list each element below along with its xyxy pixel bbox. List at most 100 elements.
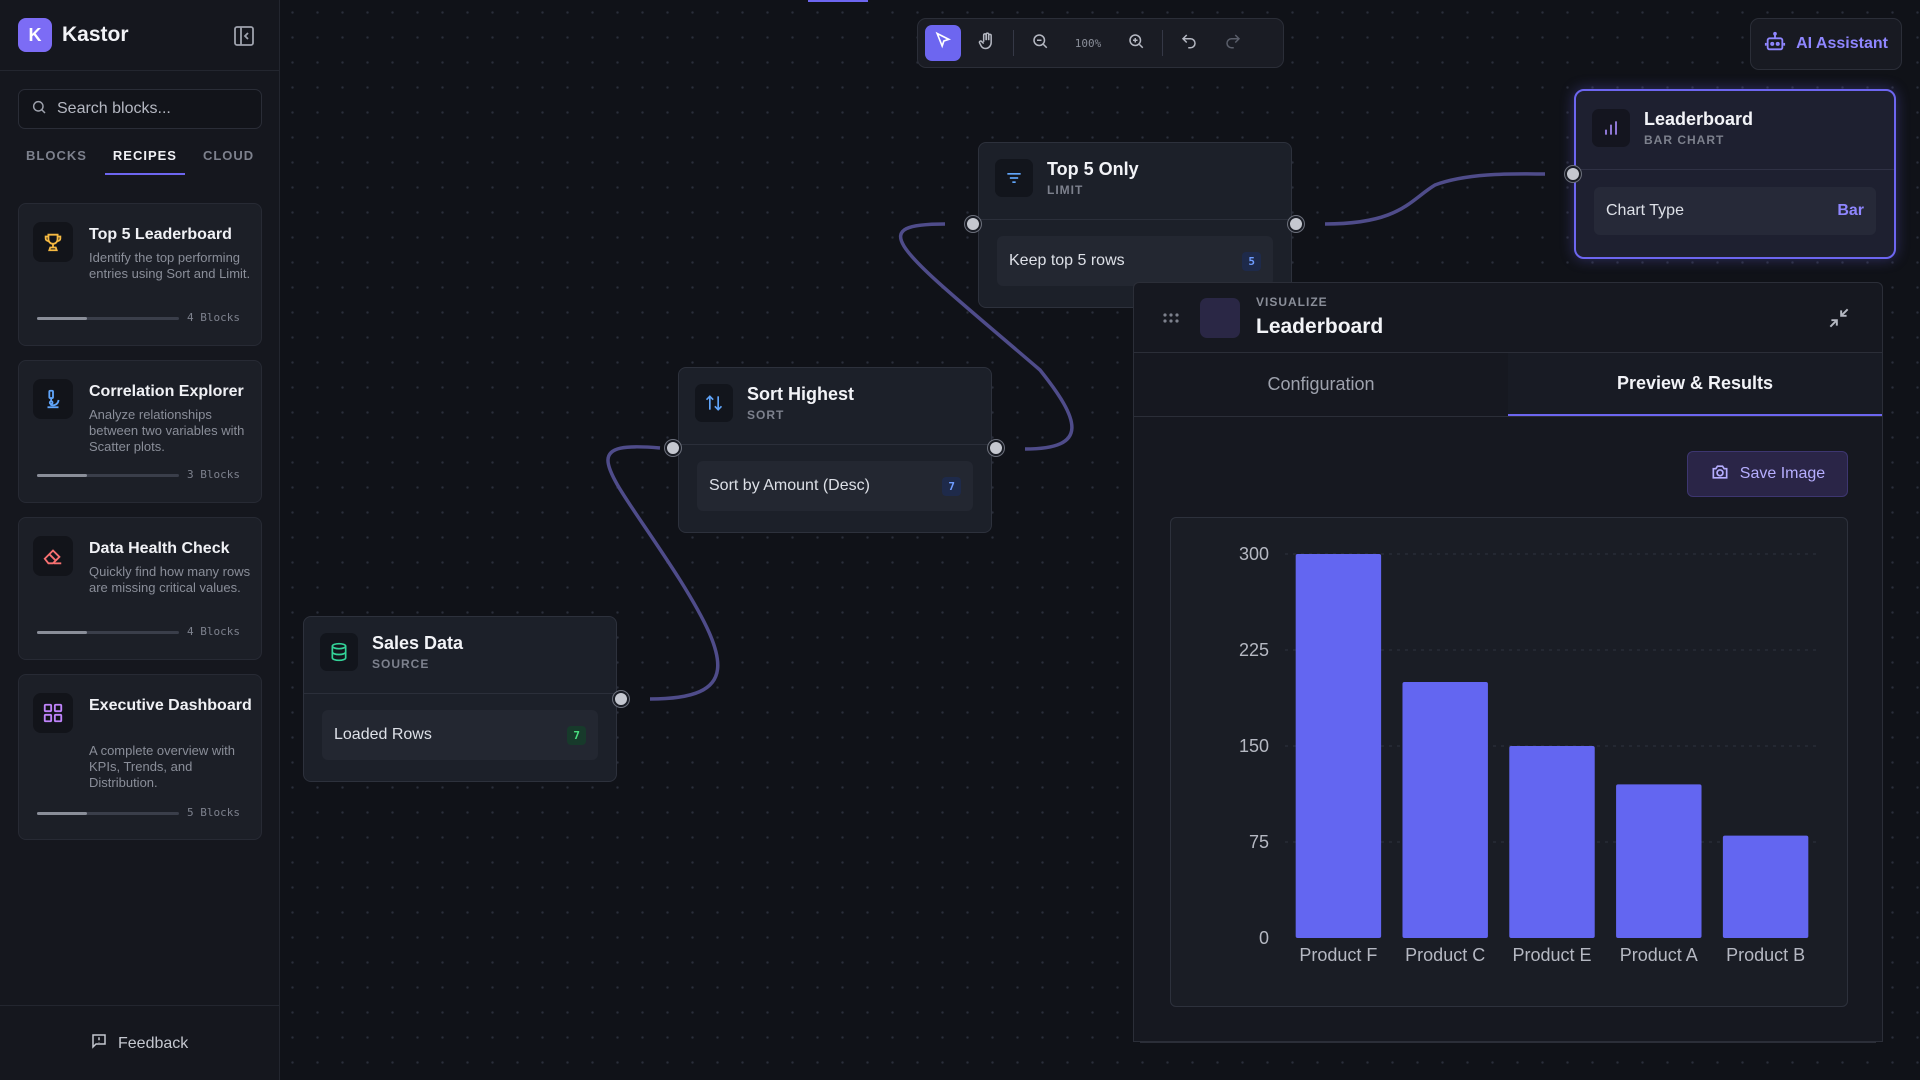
node-row-keep-rows: Keep top 5 rows 5 xyxy=(997,236,1273,286)
node-row-label: Keep top 5 rows xyxy=(1009,252,1125,269)
ai-assistant-label: AI Assistant xyxy=(1796,35,1888,52)
panel-title: Leaderboard xyxy=(1256,315,1384,338)
node-divider xyxy=(304,693,616,694)
save-image-label: Save Image xyxy=(1739,465,1826,482)
feedback-button[interactable]: Feedback xyxy=(90,1032,188,1055)
recipe-description: Quickly find how many rows are missing c… xyxy=(89,564,251,595)
node-header: Sort Highest SORT xyxy=(695,384,854,422)
node-header: Leaderboard BAR CHART xyxy=(1592,109,1753,147)
toolbar-separator xyxy=(1162,30,1163,56)
brand-logo: K xyxy=(18,18,52,52)
y-tick-label: 300 xyxy=(1239,544,1269,564)
recipe-description: Analyze relationships between two variab… xyxy=(89,407,245,454)
zoom-out-icon xyxy=(1031,32,1049,55)
dashboard-icon xyxy=(33,693,73,733)
limit-input-port[interactable] xyxy=(965,216,981,232)
tab-configuration[interactable]: Configuration xyxy=(1134,353,1508,416)
sort-icon xyxy=(695,384,733,422)
recipe-title: Top 5 Leaderboard xyxy=(89,226,232,243)
x-tick-label: Product C xyxy=(1405,945,1485,965)
node-sales-data[interactable]: Sales Data SOURCE Loaded Rows 7 xyxy=(303,616,617,782)
bar xyxy=(1616,784,1702,938)
recipe-card-data-health-check[interactable]: Data Health Check Quickly find how many … xyxy=(18,517,262,660)
select-tool-button[interactable] xyxy=(925,25,961,61)
search-icon xyxy=(31,99,47,120)
tab-recipes[interactable]: RECIPES xyxy=(104,140,185,175)
sidebar-tabs: BLOCKS RECIPES CLOUD xyxy=(18,140,272,175)
recipe-block-count: 5 Blocks xyxy=(187,806,240,819)
recipe-block-count: 4 Blocks xyxy=(187,311,240,324)
y-tick-label: 0 xyxy=(1259,928,1269,948)
recipe-block-count: 4 Blocks xyxy=(187,625,240,638)
node-row-label: Sort by Amount (Desc) xyxy=(709,477,870,494)
recipe-title: Executive Dashboard xyxy=(89,697,252,714)
recipe-progress-bar xyxy=(37,317,179,320)
bar xyxy=(1509,746,1595,938)
node-title: Top 5 Only xyxy=(1047,159,1139,179)
bar xyxy=(1402,682,1488,938)
zoom-in-icon xyxy=(1127,32,1145,55)
recipe-block-count: 3 Blocks xyxy=(187,468,240,481)
sales-output-port[interactable] xyxy=(613,691,629,707)
sidebar-divider xyxy=(0,70,280,71)
recipe-title: Correlation Explorer xyxy=(89,383,244,400)
database-icon xyxy=(320,633,358,671)
node-sort-highest[interactable]: Sort Highest SORT Sort by Amount (Desc) … xyxy=(678,367,992,533)
x-tick-label: Product B xyxy=(1726,945,1805,965)
zoom-out-button[interactable] xyxy=(1022,25,1058,61)
node-row-label: Chart Type xyxy=(1606,202,1684,219)
eraser-icon xyxy=(33,536,73,576)
node-type: SORT xyxy=(747,408,785,422)
x-tick-label: Product F xyxy=(1299,945,1377,965)
feedback-icon xyxy=(90,1032,108,1055)
zoom-level: 100% xyxy=(1074,36,1102,50)
recipe-card-correlation-explorer[interactable]: Correlation Explorer Analyze relationshi… xyxy=(18,360,262,503)
canvas-toolbar: 100% xyxy=(917,18,1284,68)
panel-header: VISUALIZE Leaderboard xyxy=(1134,283,1882,353)
trophy-icon xyxy=(33,222,73,262)
drag-handle-icon[interactable] xyxy=(1162,311,1180,329)
tab-blocks[interactable]: BLOCKS xyxy=(18,140,95,175)
collapse-sidebar-icon[interactable] xyxy=(232,24,256,48)
recipe-title: Data Health Check xyxy=(89,540,230,557)
node-title: Leaderboard xyxy=(1644,109,1754,129)
recipe-progress-bar xyxy=(37,631,179,634)
redo-icon xyxy=(1224,32,1242,55)
zoom-in-button[interactable] xyxy=(1118,25,1154,61)
tab-preview-results[interactable]: Preview & Results xyxy=(1508,353,1882,416)
recipe-card-executive-dashboard[interactable]: Executive Dashboard A complete overview … xyxy=(18,674,262,840)
chart-type-value: Bar xyxy=(1837,202,1864,219)
node-header: Top 5 Only LIMIT xyxy=(995,159,1139,197)
undo-icon xyxy=(1180,32,1198,55)
node-row-sort-by: Sort by Amount (Desc) 7 xyxy=(697,461,973,511)
search-input[interactable] xyxy=(57,100,247,118)
sort-output-port[interactable] xyxy=(988,440,1004,456)
y-tick-label: 150 xyxy=(1239,736,1269,756)
bar-chart: 0 75 150 225 300 Product F Product C Product E P… xyxy=(1239,544,1819,965)
robot-icon xyxy=(1764,31,1786,58)
save-image-button[interactable]: Save Image xyxy=(1687,451,1848,497)
node-leaderboard[interactable]: Leaderboard BAR CHART Chart Type Bar xyxy=(1574,89,1896,259)
sidebar: K Kastor BLOCKS RECIPES CLOUD Top 5 Lead… xyxy=(0,0,280,1080)
minimize-icon[interactable] xyxy=(1826,305,1852,331)
tab-cloud[interactable]: CLOUD xyxy=(195,140,262,175)
search-box[interactable] xyxy=(18,89,262,129)
redo-button[interactable] xyxy=(1215,25,1251,61)
recipe-card-top-5-leaderboard[interactable]: Top 5 Leaderboard Identify the top perfo… xyxy=(18,203,262,346)
bar xyxy=(1722,835,1809,938)
properties-panel: VISUALIZE Leaderboard Configuration Prev… xyxy=(1133,282,1883,1042)
limit-output-port[interactable] xyxy=(1288,216,1304,232)
panel-tabs: Configuration Preview & Results xyxy=(1134,353,1882,417)
node-row-label: Loaded Rows xyxy=(334,726,432,743)
pan-tool-button[interactable] xyxy=(969,25,1005,61)
sort-input-port[interactable] xyxy=(665,440,681,456)
node-divider xyxy=(1576,169,1894,170)
brand-name: Kastor xyxy=(62,23,129,46)
row-count-badge: 5 xyxy=(1242,251,1261,271)
node-type: BAR CHART xyxy=(1644,133,1725,147)
ai-assistant-button[interactable]: AI Assistant xyxy=(1750,18,1902,70)
node-divider xyxy=(979,219,1291,220)
undo-button[interactable] xyxy=(1171,25,1207,61)
microscope-icon xyxy=(33,379,73,419)
leaderboard-input-port[interactable] xyxy=(1565,166,1581,182)
